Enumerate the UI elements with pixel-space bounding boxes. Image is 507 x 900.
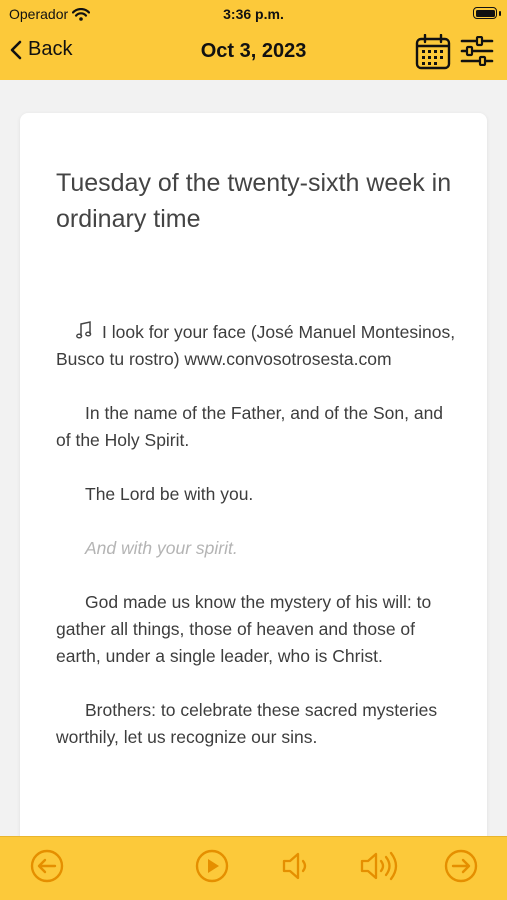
play-circle-icon[interactable] [195,849,229,883]
status-bar: Operador 3:36 p.m. [0,4,507,24]
battery-cap [499,11,501,16]
audio-toolbar [0,836,507,900]
settings-sliders-icon[interactable] [460,36,494,66]
penitential-intro: Brothers: to celebrate these sacred myst… [56,700,438,747]
people-response: And with your spirit. [85,538,238,558]
volume-high-icon[interactable] [360,849,398,883]
sign-of-cross: In the name of the Father, and of the So… [56,403,444,450]
introduction: God made us know the mystery of his will… [56,592,432,666]
entrance-song: I look for your face (José Manuel Montes… [56,319,456,373]
arrow-left-circle-icon[interactable] [30,849,64,883]
status-time: 3:36 p.m. [223,6,284,22]
top-bar: Operador 3:36 p.m. Back Oct 3, 2023 [0,0,507,80]
greeting: The Lord be with you. [85,484,254,504]
reading-content: Tuesday of the twenty-sixth week in ordi… [56,165,456,751]
reading-card: Tuesday of the twenty-sixth week in ordi… [20,113,487,853]
entrance-song-text: I look for your face (José Manuel Montes… [56,322,456,369]
music-note-icon [76,321,92,339]
battery-icon [473,7,497,19]
arrow-right-circle-icon[interactable] [444,849,478,883]
calendar-icon[interactable] [415,34,451,70]
volume-low-icon[interactable] [280,849,314,883]
celebration-title: Tuesday of the twenty-sixth week in ordi… [56,169,452,233]
